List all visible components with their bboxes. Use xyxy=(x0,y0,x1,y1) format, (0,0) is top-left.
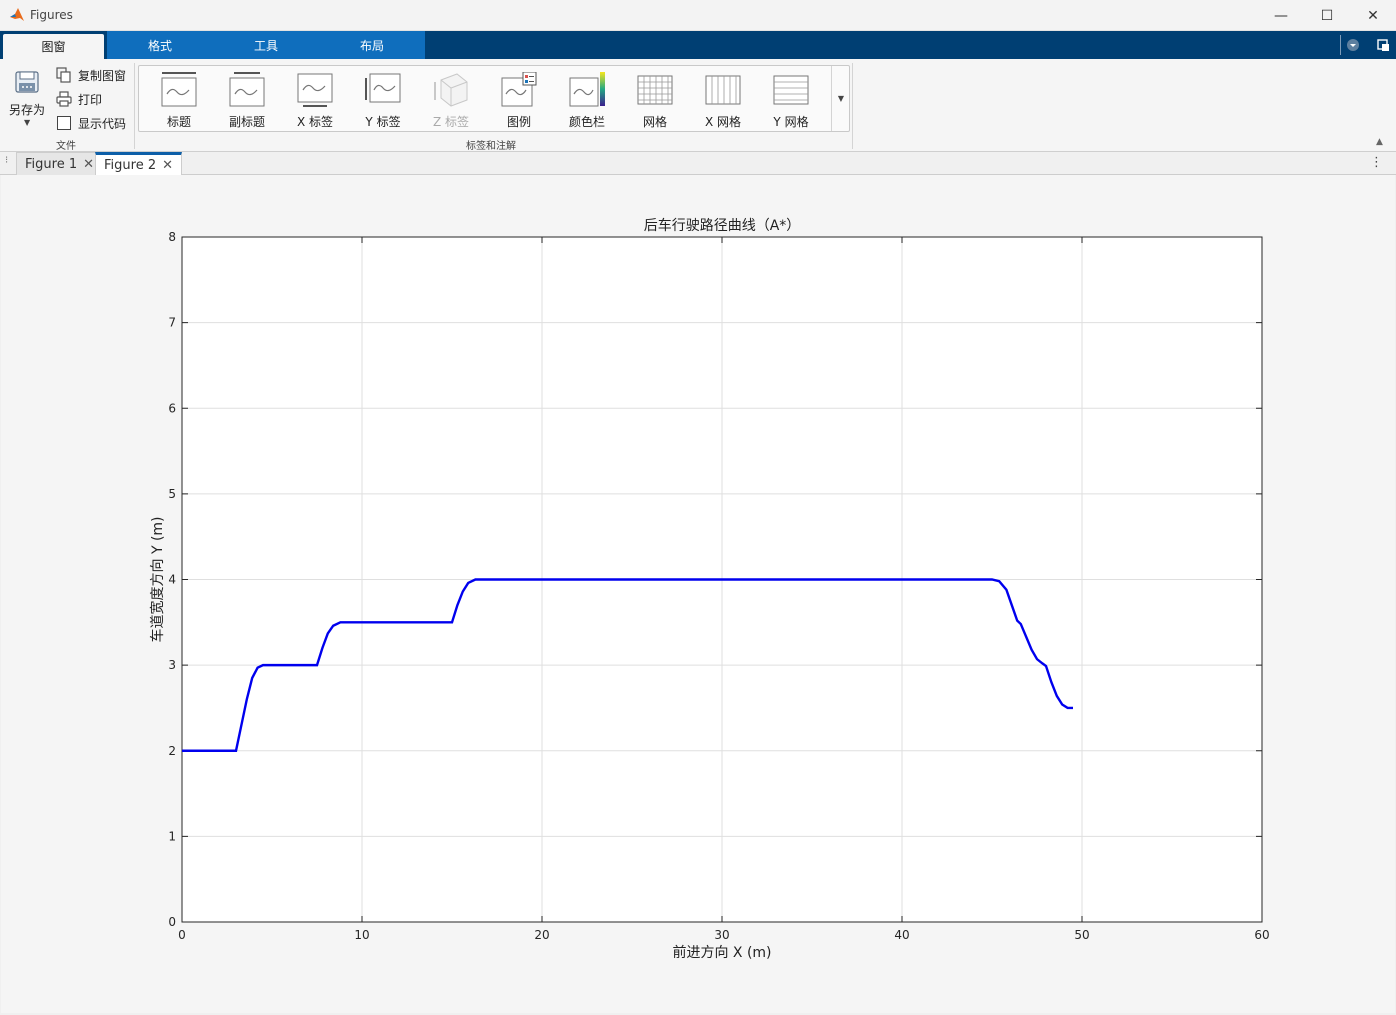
y-tick-label: 3 xyxy=(168,658,176,672)
tab-layout[interactable]: 布局 xyxy=(319,31,425,59)
close-window-button[interactable]: ✕ xyxy=(1350,0,1396,31)
figure-tab-bar: ⁝ Figure 1 ✕ Figure 2 ✕ ⋮ xyxy=(0,152,1396,175)
legend-button-label: 图例 xyxy=(506,115,531,129)
legend-button[interactable]: 图例 xyxy=(487,72,551,130)
grid-icon xyxy=(637,75,673,105)
zlabel-button[interactable]: Z 标签 xyxy=(419,72,483,130)
y-tick-label: 1 xyxy=(168,829,176,843)
ygrid-button[interactable]: Y 网格 xyxy=(759,72,823,130)
drag-handle-icon[interactable]: ⁝ xyxy=(5,155,8,166)
tab-figure-1-label: Figure 1 xyxy=(25,156,78,172)
group-separator xyxy=(852,63,853,149)
zlabel-icon xyxy=(434,73,468,107)
y-tick-label: 4 xyxy=(168,573,176,587)
ribbon-tab-bar: 图窗 格式 工具 布局 xyxy=(0,31,1396,59)
tab-format[interactable]: 格式 xyxy=(107,31,213,59)
group-separator xyxy=(134,63,135,149)
title-bar: Figures — ☐ ✕ xyxy=(0,0,1396,31)
ylabel-button-label: Y 标签 xyxy=(365,115,401,129)
checkbox-icon xyxy=(57,116,71,130)
y-tick-label: 5 xyxy=(168,487,176,501)
show-code-checkbox[interactable]: 显示代码 xyxy=(56,113,126,133)
xlabel-button-label: X 标签 xyxy=(296,115,334,129)
collapse-ribbon-icon[interactable]: ▲ xyxy=(1376,137,1383,147)
y-tick-label: 2 xyxy=(168,744,176,758)
x-tick-label: 60 xyxy=(1254,928,1269,942)
subtitle-button-label: 副标题 xyxy=(228,115,265,129)
ylabel-button[interactable]: Y 标签 xyxy=(351,72,415,130)
grid-button-label: 网格 xyxy=(642,115,667,129)
print-label: 打印 xyxy=(78,92,103,107)
labels-annotations-gallery: 标题 副标题 X 标签 Y 标签 Z 标签 图例 颜色栏 网格 X 网格 Y 网… xyxy=(138,65,850,132)
y-tick-label: 6 xyxy=(168,401,176,415)
chart-title: 后车行驶路径曲线（A*） xyxy=(644,217,801,234)
print-button[interactable]: 打印 xyxy=(56,89,102,109)
printer-icon xyxy=(56,91,72,107)
x-tick-label: 30 xyxy=(714,928,729,942)
tab-figure-1[interactable]: Figure 1 ✕ xyxy=(16,152,104,175)
subtitle-button[interactable]: 副标题 xyxy=(215,72,279,130)
save-as-label: 另存为 xyxy=(9,103,46,117)
labels-group-label: 标签和注解 xyxy=(466,141,516,152)
tab-figure[interactable]: 图窗 xyxy=(3,34,104,59)
more-options-icon[interactable]: ⋮ xyxy=(1370,155,1383,170)
subtitle-icon xyxy=(229,72,265,107)
quick-access-dropdown-icon[interactable] xyxy=(1344,36,1362,54)
save-icon xyxy=(15,71,39,93)
y-axis-label: 车道宽度方向 Y (m) xyxy=(149,516,166,642)
xgrid-button-label: X 网格 xyxy=(704,115,742,129)
gallery-expand-icon[interactable]: ▼ xyxy=(831,66,850,131)
colorbar-button[interactable]: 颜色栏 xyxy=(555,72,619,130)
colorbar-icon xyxy=(569,72,605,107)
tab-tools[interactable]: 工具 xyxy=(213,31,319,59)
ygrid-button-label: Y 网格 xyxy=(773,115,809,129)
xlabel-icon xyxy=(297,73,333,107)
copy-icon xyxy=(56,67,72,83)
ylabel-icon xyxy=(365,73,401,103)
x-tick-label: 20 xyxy=(534,928,549,942)
undock-icon[interactable] xyxy=(1376,38,1390,52)
copy-figure-label: 复制图窗 xyxy=(78,68,127,83)
title-button-label: 标题 xyxy=(166,115,191,129)
x-tick-label: 0 xyxy=(178,928,186,942)
x-tick-label: 50 xyxy=(1074,928,1089,942)
x-tick-label: 10 xyxy=(354,928,369,942)
y-tick-label: 0 xyxy=(168,915,176,929)
xlabel-button[interactable]: X 标签 xyxy=(283,72,347,130)
y-tick-label: 8 xyxy=(168,230,176,244)
close-icon[interactable]: ✕ xyxy=(83,157,94,172)
close-icon[interactable]: ✕ xyxy=(162,158,173,173)
line-chart[interactable]: 0 10 20 30 40 50 60 0 1 2 3 4 5 6 7 8 后车行驶路径曲线（A*） 前进方向… xyxy=(1,175,1395,1013)
tab-figure-2-label: Figure 2 xyxy=(104,157,157,173)
copy-figure-button[interactable]: 复制图窗 xyxy=(56,65,126,85)
file-group-label: 文件 xyxy=(56,141,76,152)
figure-canvas: 0 10 20 30 40 50 60 0 1 2 3 4 5 6 7 8 后车行驶路径曲线（A*） 前进方向… xyxy=(1,175,1395,1013)
colorbar-button-label: 颜色栏 xyxy=(568,115,605,129)
xgrid-button[interactable]: X 网格 xyxy=(691,72,755,130)
x-axis-label: 前进方向 X (m) xyxy=(672,944,771,961)
minimize-button[interactable]: — xyxy=(1258,0,1304,31)
window-title: Figures xyxy=(30,8,73,22)
legend-icon xyxy=(501,72,537,107)
ribbon-panel: 另存为 ▼ 复制图窗 打印 显示代码 文件 标题 副标题 X 标签 Y 标签 Z… xyxy=(0,59,1396,152)
matlab-logo-icon xyxy=(9,7,25,26)
tab-figure-2[interactable]: Figure 2 ✕ xyxy=(95,152,183,175)
maximize-button[interactable]: ☐ xyxy=(1304,0,1350,31)
grid-button[interactable]: 网格 xyxy=(623,72,687,130)
title-icon xyxy=(161,72,197,107)
title-button[interactable]: 标题 xyxy=(147,72,211,130)
x-tick-label: 40 xyxy=(894,928,909,942)
chevron-down-icon: ▼ xyxy=(24,118,31,127)
y-tick-label: 7 xyxy=(168,316,176,330)
zlabel-button-label: Z 标签 xyxy=(432,115,470,129)
ygrid-icon xyxy=(773,75,809,105)
save-as-button[interactable]: 另存为 ▼ xyxy=(5,67,49,131)
show-code-label: 显示代码 xyxy=(78,116,127,131)
xgrid-icon xyxy=(705,75,741,105)
